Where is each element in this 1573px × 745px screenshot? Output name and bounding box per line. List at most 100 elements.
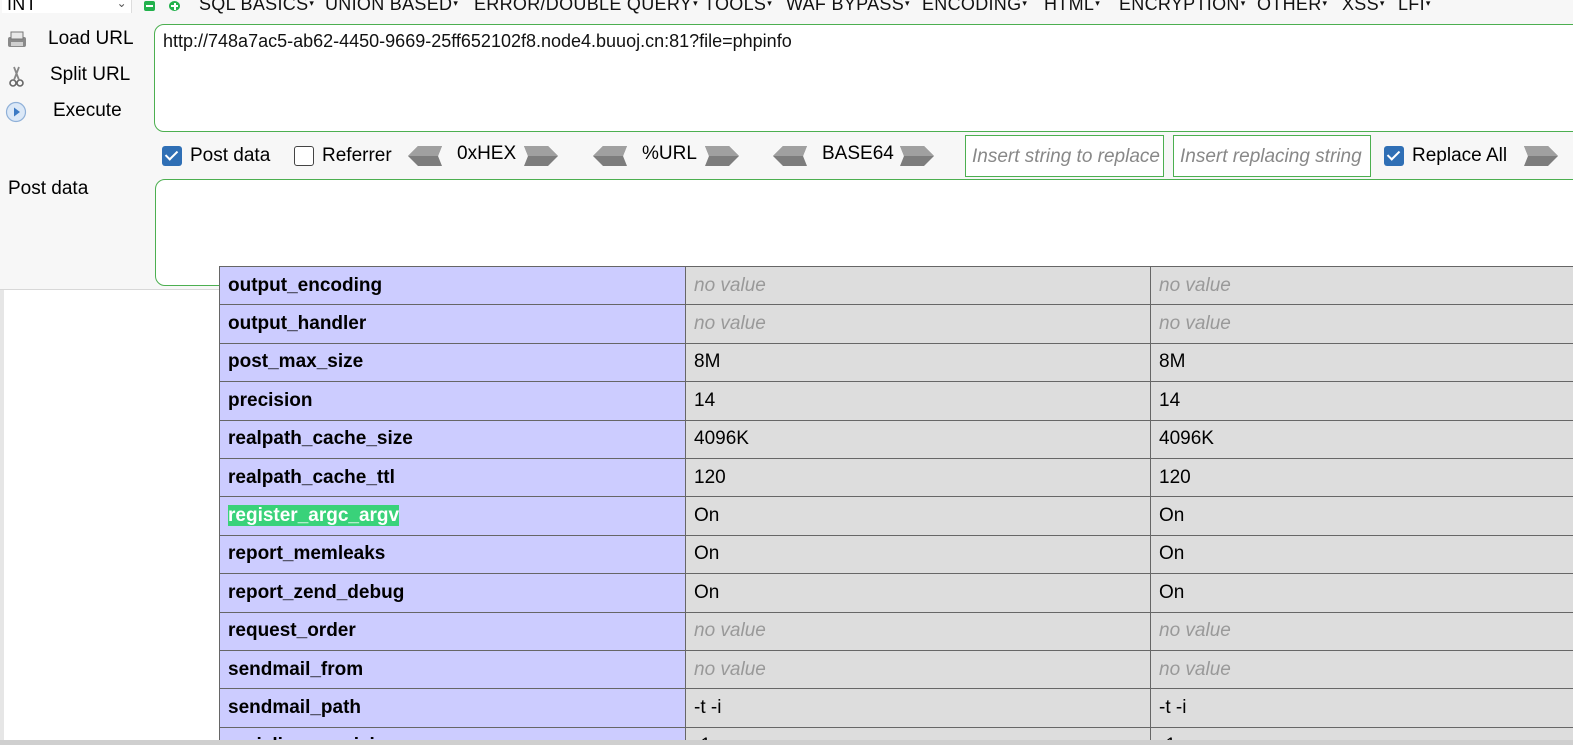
menu-sql-basics[interactable]: SQL BASICS▾: [199, 0, 314, 15]
split-url-button[interactable]: Split URL: [0, 60, 150, 92]
master-value-cell: 14: [1150, 381, 1573, 421]
table-row: precision 14 14: [219, 381, 1573, 421]
menu-union-based[interactable]: UNION BASED▾: [325, 0, 458, 15]
replace-all-label: Replace All: [1412, 145, 1508, 166]
phpinfo-directive-table: output_encoding no value no value output_ha…: [219, 265, 1573, 745]
directive-name-cell: request_order: [219, 611, 686, 651]
menu-waf-bypass[interactable]: WAF BYPASS▾: [786, 0, 910, 15]
local-value: On: [694, 543, 720, 565]
directive-name-cell: precision: [219, 381, 686, 421]
menu-lfi[interactable]: LFI▾: [1398, 0, 1431, 15]
replace-all-checkbox[interactable]: [1384, 146, 1404, 166]
plus-icon[interactable]: [169, 1, 180, 11]
base64-encode-arrow-icon[interactable]: [900, 146, 934, 166]
master-value: no value: [1159, 620, 1231, 642]
table-row: sendmail_path -t -i -t -i: [219, 688, 1573, 728]
master-value-cell: no value: [1150, 611, 1573, 651]
local-value-cell: no value: [685, 265, 1151, 306]
table-row: realpath_cache_ttl 120 120: [219, 457, 1573, 498]
master-value: 8M: [1159, 351, 1186, 373]
local-value: -t -i: [694, 696, 722, 718]
table-row: register_argc_argv On On: [219, 496, 1573, 536]
master-value: 14: [1159, 389, 1181, 411]
table-row: request_order no value no value: [219, 611, 1573, 651]
master-value: no value: [1159, 658, 1231, 680]
minus-icon[interactable]: [144, 1, 155, 11]
local-value-cell: no value: [685, 649, 1151, 690]
master-value-cell: no value: [1150, 265, 1573, 306]
page-bottom-border: [0, 740, 1573, 745]
post-data-label: Post data: [8, 178, 89, 199]
page-left-border: [0, 290, 4, 745]
referrer-option-label: Referrer: [322, 145, 392, 166]
table-row: report_memleaks On On: [219, 534, 1573, 575]
url-decode-arrow-icon[interactable]: [593, 146, 627, 166]
url-encode-label: %URL: [642, 143, 697, 164]
local-value-cell: -t -i: [685, 688, 1151, 728]
base64-label: BASE64: [822, 143, 894, 164]
directive-name: output_handler: [228, 313, 367, 335]
menu-label: ENCODING: [922, 0, 1022, 14]
menu-encryption[interactable]: ENCRYPTION▾: [1119, 0, 1246, 15]
local-value: 8M: [694, 351, 721, 373]
load-url-button[interactable]: Load URL: [0, 24, 150, 56]
version-select[interactable]: INT ⌄: [2, 0, 132, 14]
hex-encode-arrow-icon[interactable]: [524, 146, 558, 166]
options-row: Post data Referrer 0xHEX %URL BASE64 Ins…: [0, 134, 1573, 178]
table-row: output_encoding no value no value: [219, 265, 1573, 306]
master-value: On: [1159, 543, 1185, 565]
menu-tools[interactable]: TOOLS▾: [704, 0, 772, 15]
directive-name-cell: register_argc_argv: [219, 496, 686, 536]
local-value: no value: [694, 313, 766, 335]
execute-label: Execute: [53, 100, 122, 121]
directive-name: sendmail_path: [228, 696, 362, 718]
menu-error-double-query[interactable]: ERROR/DOUBLE QUERY▾: [474, 0, 698, 15]
local-value-cell: no value: [685, 304, 1151, 344]
directive-name: precision: [228, 389, 313, 411]
menu-label: XSS: [1342, 0, 1379, 14]
master-value: On: [1159, 505, 1185, 527]
hex-decode-arrow-icon[interactable]: [408, 146, 442, 166]
local-value-cell: 120: [685, 457, 1151, 498]
hex-label: 0xHEX: [457, 143, 517, 164]
url-textarea[interactable]: http://748a7ac5-ab62-4450-9669-25ff65210…: [154, 24, 1573, 132]
menu-label: ERROR/DOUBLE QUERY: [474, 0, 693, 14]
replace-apply-arrow-icon[interactable]: [1524, 146, 1558, 166]
directive-name-cell: report_memleaks: [219, 534, 686, 575]
url-encode-arrow-icon[interactable]: [705, 146, 739, 166]
directive-name-cell: post_max_size: [219, 342, 686, 383]
local-value: 4096K: [694, 428, 749, 450]
directive-name-cell: sendmail_path: [219, 688, 686, 728]
menu-xss[interactable]: XSS▾: [1342, 0, 1385, 15]
local-value: On: [694, 505, 720, 527]
table-row: realpath_cache_size 4096K 4096K: [219, 419, 1573, 459]
replacing-string-input[interactable]: Insert replacing string: [1173, 135, 1371, 177]
hackbar-panel: INT ⌄ SQL BASICS▾ UNION BASED▾ ERROR/DOU…: [0, 0, 1573, 290]
directive-name-cell: output_encoding: [219, 265, 686, 306]
menu-encoding[interactable]: ENCODING▾: [922, 0, 1027, 15]
directive-name-cell: output_handler: [219, 304, 686, 344]
base64-decode-arrow-icon[interactable]: [773, 146, 807, 166]
master-value-cell: no value: [1150, 304, 1573, 344]
local-value-cell: On: [685, 534, 1151, 575]
table-row: post_max_size 8M 8M: [219, 342, 1573, 383]
menu-html[interactable]: HTML▾: [1044, 0, 1100, 15]
directive-name-cell: report_zend_debug: [219, 573, 686, 613]
local-value-cell: 4096K: [685, 419, 1151, 459]
master-value: -t -i: [1159, 696, 1187, 718]
load-url-label: Load URL: [48, 28, 134, 49]
directive-name: report_memleaks: [228, 543, 386, 565]
master-value-cell: 8M: [1150, 342, 1573, 383]
referrer-checkbox[interactable]: [294, 146, 314, 166]
master-value-cell: -t -i: [1150, 688, 1573, 728]
local-value-cell: 8M: [685, 342, 1151, 383]
load-url-icon: [8, 31, 26, 47]
directive-name: output_encoding: [228, 274, 383, 296]
execute-button[interactable]: Execute: [0, 96, 150, 128]
menu-other[interactable]: OTHER▾: [1257, 0, 1327, 15]
replace-string-input[interactable]: Insert string to replace: [965, 135, 1164, 177]
post-data-checkbox[interactable]: [162, 146, 182, 166]
local-value: On: [694, 581, 720, 603]
master-value-cell: 4096K: [1150, 419, 1573, 459]
table-row: sendmail_from no value no value: [219, 649, 1573, 690]
